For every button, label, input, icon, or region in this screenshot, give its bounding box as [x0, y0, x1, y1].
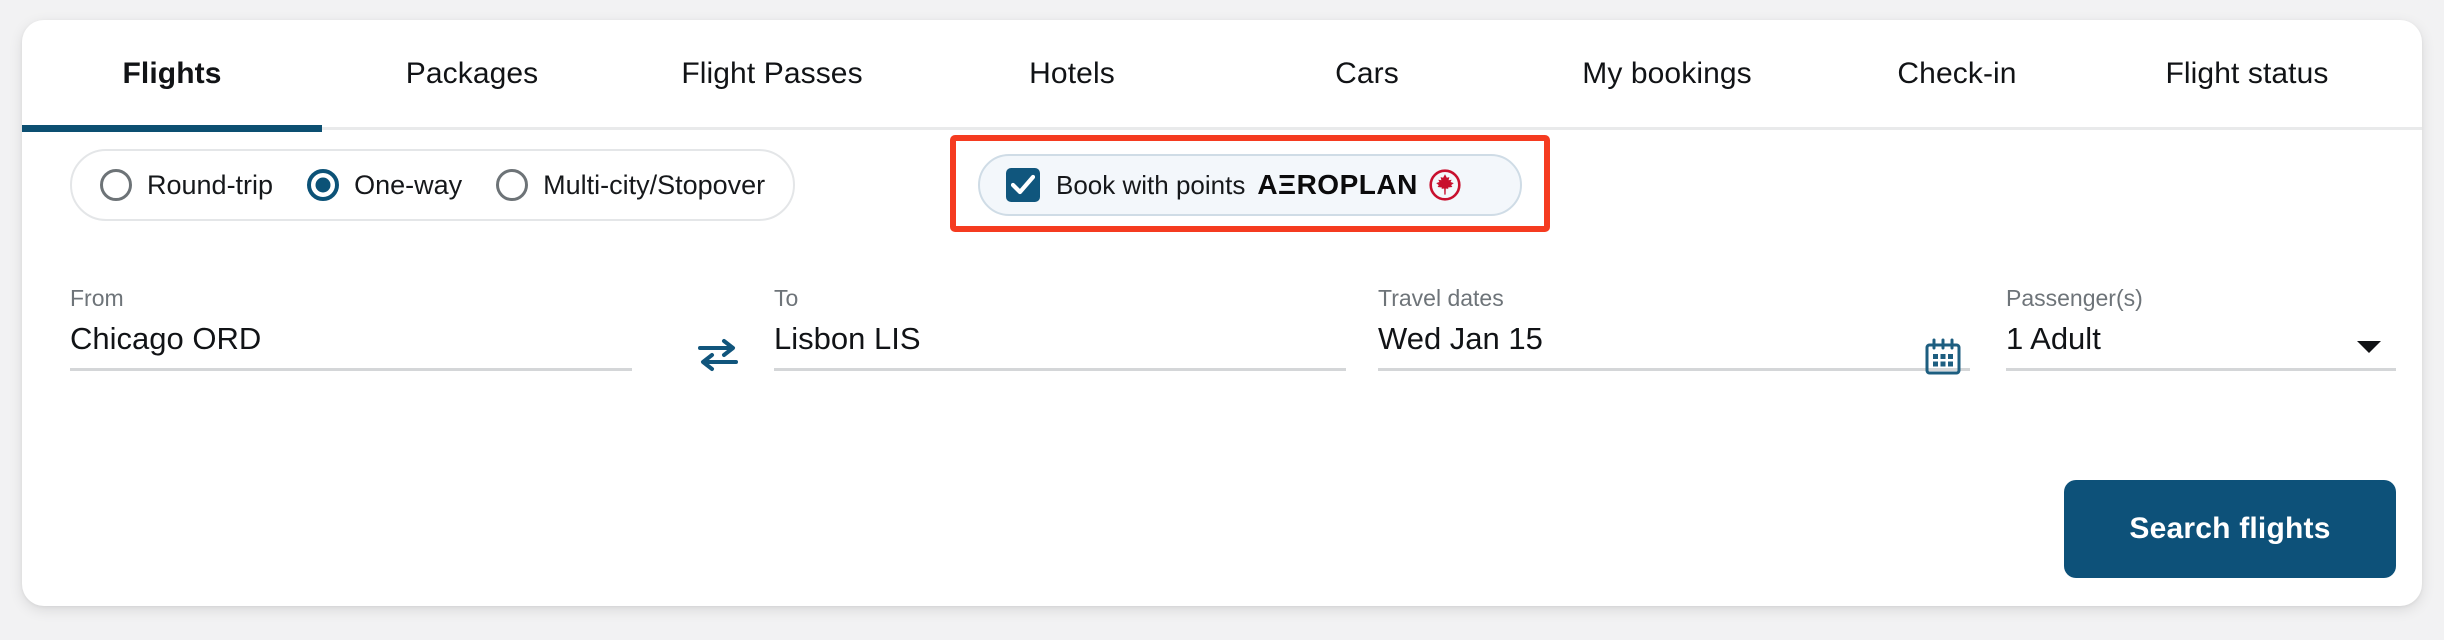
- radio-label: One-way: [354, 169, 463, 200]
- tab-flight-status[interactable]: Flight status: [2092, 20, 2402, 129]
- check-icon: [1011, 174, 1035, 195]
- trip-type-radio-group: Round-trip One-way Multi-city/Stopover: [70, 149, 796, 221]
- tab-hotels[interactable]: Hotels: [922, 20, 1222, 129]
- air-canada-roundel-icon: [1428, 168, 1462, 202]
- field-to[interactable]: To Lisbon LIS: [774, 287, 1346, 371]
- flight-search-card: Flights Packages Flight Passes Hotels Ca…: [22, 20, 2422, 606]
- tab-check-in[interactable]: Check-in: [1822, 20, 2092, 129]
- chevron-down-icon: [2357, 341, 2381, 353]
- radio-label: Round-trip: [147, 169, 274, 200]
- radio-circle-selected-icon: [307, 169, 340, 201]
- radio-circle-icon: [496, 169, 529, 201]
- tab-cars[interactable]: Cars: [1222, 20, 1512, 129]
- field-label: To: [774, 285, 799, 311]
- tab-flight-passes[interactable]: Flight Passes: [622, 20, 922, 129]
- book-with-points-checkbox[interactable]: [1006, 168, 1040, 202]
- tab-label: Packages: [405, 56, 539, 90]
- aeroplan-wordmark: AΞROPLAN: [1257, 169, 1418, 200]
- search-flights-button[interactable]: Search flights: [2064, 480, 2396, 578]
- tab-my-bookings[interactable]: My bookings: [1512, 20, 1822, 129]
- search-fields-row: From Chicago ORD To Lisbon LIS Travel da…: [22, 238, 2422, 375]
- trip-options-row: Round-trip One-way Multi-city/Stopover B…: [22, 130, 2422, 238]
- field-label: From: [70, 285, 124, 311]
- swap-horizontal-icon: [698, 339, 738, 371]
- tab-label: Flight Passes: [681, 56, 863, 90]
- tab-flights[interactable]: Flights: [22, 20, 322, 132]
- page-root: Flights Packages Flight Passes Hotels Ca…: [0, 0, 2444, 640]
- radio-option-multi-city[interactable]: Multi-city/Stopover: [496, 169, 765, 201]
- tab-label: Flights: [122, 56, 222, 90]
- field-travel-dates[interactable]: Travel dates Wed Jan 15: [1378, 287, 1970, 371]
- from-input-value[interactable]: Chicago ORD: [70, 323, 632, 354]
- aeroplan-brand: AΞROPLAN: [1257, 168, 1461, 202]
- radio-option-round-trip[interactable]: Round-trip: [100, 169, 273, 201]
- field-label: Passenger(s): [2006, 285, 2143, 311]
- radio-label: Multi-city/Stopover: [543, 169, 766, 200]
- tab-label: Hotels: [1029, 56, 1115, 90]
- travel-dates-value[interactable]: Wed Jan 15: [1378, 323, 1970, 354]
- to-input-value[interactable]: Lisbon LIS: [774, 323, 1346, 354]
- swap-origin-destination-button[interactable]: [692, 333, 744, 377]
- tab-packages[interactable]: Packages: [322, 20, 622, 129]
- passengers-value[interactable]: 1 Adult: [2006, 323, 2396, 354]
- tab-label: Check-in: [1897, 56, 2017, 90]
- field-from[interactable]: From Chicago ORD: [70, 287, 632, 371]
- tab-label: Flight status: [2165, 56, 2329, 90]
- open-calendar-button[interactable]: [1920, 334, 1966, 380]
- book-with-points-label: Book with points: [1056, 169, 1246, 200]
- calendar-icon: [1925, 338, 1961, 375]
- primary-nav-tabs: Flights Packages Flight Passes Hotels Ca…: [22, 20, 2422, 132]
- tab-label: Cars: [1335, 56, 1399, 90]
- radio-option-one-way[interactable]: One-way: [307, 169, 462, 201]
- book-with-points-toggle[interactable]: Book with points AΞROPLAN: [978, 154, 1522, 216]
- field-passengers[interactable]: Passenger(s) 1 Adult: [2006, 287, 2396, 371]
- passengers-dropdown-button[interactable]: [2352, 330, 2386, 364]
- field-label: Travel dates: [1378, 285, 1504, 311]
- radio-circle-icon: [100, 169, 132, 201]
- tab-label: My bookings: [1582, 56, 1752, 90]
